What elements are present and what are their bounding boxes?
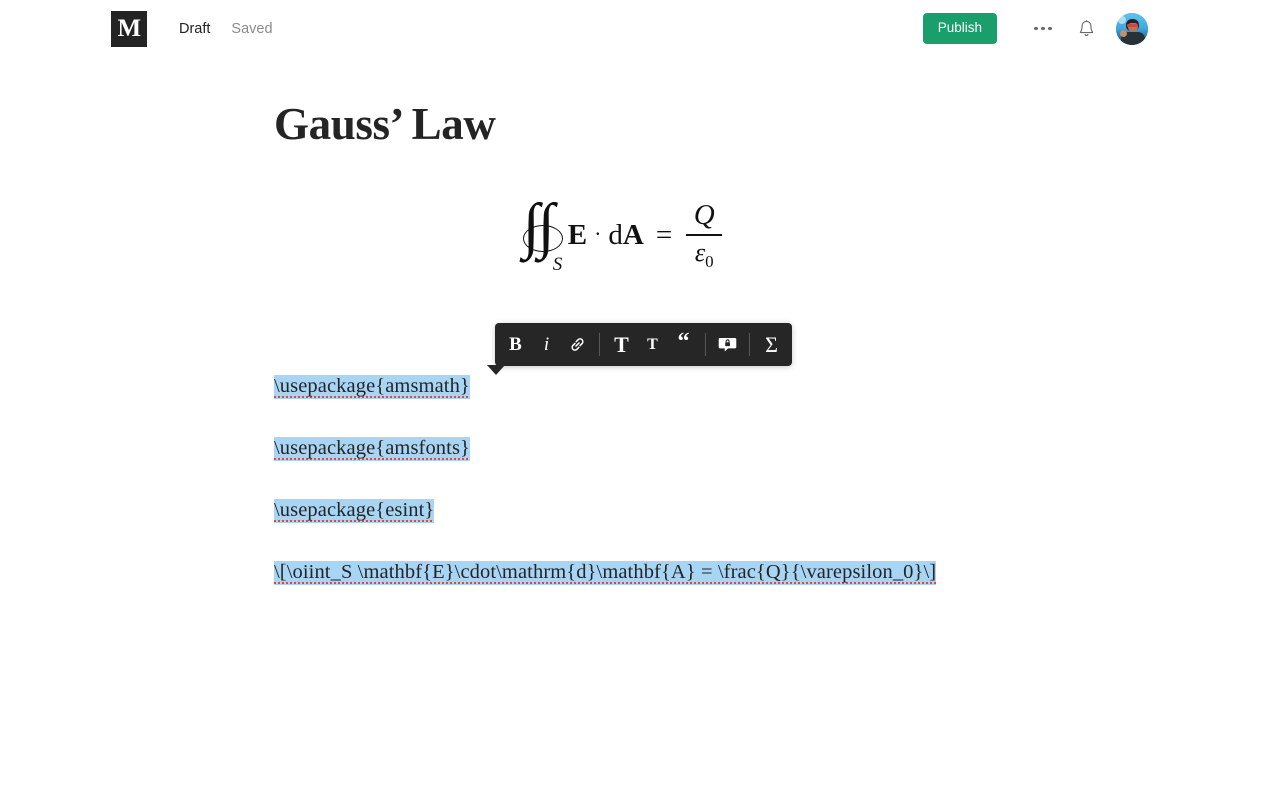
bold-button[interactable]: B xyxy=(500,323,531,366)
link-button[interactable] xyxy=(562,323,593,366)
private-note-button[interactable] xyxy=(712,323,743,366)
epsilon-subscript: 0 xyxy=(705,251,714,271)
ellipsis-icon xyxy=(1034,26,1052,31)
blockquote-button[interactable]: “ xyxy=(668,320,699,363)
toolbar-arrow-holder xyxy=(487,365,792,375)
rendered-formula[interactable]: ∫ ∫ S E · d A = Q ε0 xyxy=(272,186,972,286)
publish-button[interactable]: Publish xyxy=(922,13,997,44)
fraction-numerator: Q xyxy=(693,199,715,231)
link-icon xyxy=(571,338,584,351)
avatar-sun xyxy=(1118,15,1126,24)
latex-line-text: \usepackage{amsmath} xyxy=(274,375,470,399)
epsilon-symbol: ε xyxy=(694,237,706,267)
latex-line[interactable]: \usepackage{amsfonts} xyxy=(274,432,974,465)
integral-loop xyxy=(522,224,563,252)
vector-e: E xyxy=(567,219,588,251)
heading-small-button[interactable]: T xyxy=(637,323,668,366)
editor-header: M Draft Saved Publish xyxy=(0,0,1280,57)
closed-surface-integral-icon: ∫ ∫ S xyxy=(522,195,568,275)
latex-line-text: \usepackage{amsfonts} xyxy=(274,437,470,461)
latex-line-text: \usepackage{esint} xyxy=(274,499,435,523)
bell-icon xyxy=(1079,19,1093,36)
avatar-hand xyxy=(1120,29,1127,37)
more-options-button[interactable] xyxy=(1023,13,1063,45)
formula-expression: ∫ ∫ S E · d A = Q ε0 xyxy=(522,195,723,275)
latex-line[interactable]: \[\oiint_S \mathbf{E}\cdot\mathrm{d}\mat… xyxy=(274,556,974,589)
private-note-icon xyxy=(718,338,737,352)
dot-product-symbol: · xyxy=(594,220,602,246)
fraction: Q ε0 xyxy=(686,199,723,270)
heading-large-button[interactable]: T xyxy=(606,323,637,366)
toolbar-pointer-arrow xyxy=(487,365,505,375)
toolbar-divider xyxy=(705,333,706,356)
header-right-group: Publish xyxy=(922,0,1148,57)
page-title[interactable]: Gauss’ Law xyxy=(274,57,974,150)
latex-source-block[interactable]: \usepackage{amsmath} \usepackage{amsfont… xyxy=(274,370,974,589)
toolbar-divider xyxy=(749,333,750,356)
equals-symbol: = xyxy=(655,219,673,251)
fraction-denominator: ε0 xyxy=(695,236,714,270)
header-left-group: M Draft Saved xyxy=(111,10,273,47)
integral-subscript: S xyxy=(552,253,563,275)
toolbar-divider xyxy=(599,333,600,356)
draft-status-label: Draft xyxy=(179,20,211,37)
latex-line-text: \[\oiint_S \mathbf{E}\cdot\mathrm{d}\mat… xyxy=(274,561,937,585)
vector-a: A xyxy=(622,219,644,251)
notifications-button[interactable] xyxy=(1069,12,1103,46)
formatting-toolbar-bar: B i T T “ Σ xyxy=(495,323,792,366)
differential-d: d xyxy=(608,219,623,251)
user-avatar[interactable] xyxy=(1116,12,1148,45)
formatting-toolbar: B i T T “ Σ xyxy=(487,323,792,375)
article-canvas: Gauss’ Law ∫ ∫ S E · d A = Q ε0 xyxy=(274,57,974,286)
latex-line[interactable]: \usepackage{esint} xyxy=(274,494,974,527)
math-formula-button[interactable]: Σ xyxy=(756,323,787,366)
medium-logo-letter: M xyxy=(117,15,141,42)
avatar-glasses xyxy=(1127,24,1138,28)
italic-button[interactable]: i xyxy=(531,323,562,366)
medium-logo[interactable]: M xyxy=(111,10,147,47)
saved-status-label: Saved xyxy=(231,20,273,37)
